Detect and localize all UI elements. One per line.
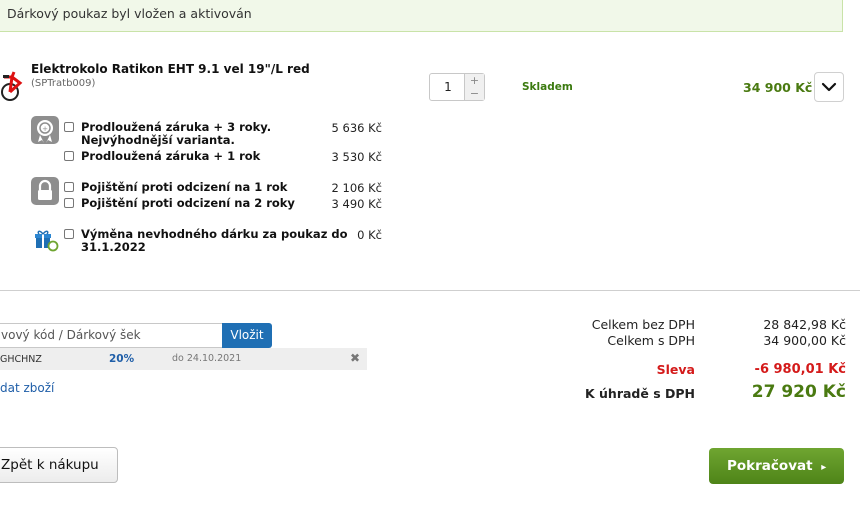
quantity-value[interactable]: 1	[430, 74, 466, 100]
apply-code-button[interactable]: Vložit	[222, 323, 272, 348]
total-with-vat: 34 900,00 Kč	[763, 333, 846, 348]
quantity-stepper[interactable]: 1 + −	[429, 73, 485, 101]
gift-exchange-label-line2: 31.1.2022	[81, 240, 146, 254]
warranty-3y-checkbox[interactable]	[64, 122, 74, 132]
gift-exchange-price: 0 Kč	[357, 228, 382, 242]
theft-1y-label: Pojištění proti odcizení na 1 rok	[81, 180, 288, 194]
quantity-increase-button[interactable]: +	[464, 74, 484, 88]
warranty-1y-price: 3 530 Kč	[331, 150, 382, 164]
to-pay-value: 27 920 Kč	[751, 382, 846, 402]
back-to-shopping-button[interactable]: Zpět k nákupu	[0, 447, 118, 483]
discount-code-input[interactable]: vový kód / Dárkový šek	[0, 323, 222, 348]
discount-value: -6 980,01 Kč	[754, 362, 846, 377]
coupon-code: GHCHNZ	[0, 354, 42, 365]
padlock-icon	[31, 177, 59, 205]
success-notice: Dárkový poukaz byl vložen a aktivován	[0, 0, 843, 32]
gift-exchange-icon	[33, 228, 59, 252]
coupon-percent: 20%	[109, 353, 135, 365]
chevron-down-icon	[821, 82, 837, 92]
bicycle-icon	[0, 67, 26, 103]
product-name[interactable]: Elektrokolo Ratikon EHT 9.1 vel 19"/L re…	[31, 62, 310, 76]
warranty-3y-price: 5 636 Kč	[331, 121, 382, 135]
product-code: (SPTratb009)	[31, 78, 96, 89]
theft-2y-checkbox[interactable]	[64, 198, 74, 208]
warranty-medal-icon: +	[31, 116, 59, 144]
applied-coupon-row: GHCHNZ 20% do 24.10.2021 ✖	[0, 348, 367, 370]
notice-text: Dárkový poukaz byl vložen a aktivován	[7, 6, 252, 21]
stock-status: Skladem	[522, 81, 573, 93]
coupon-valid-until: do 24.10.2021	[172, 353, 242, 364]
warranty-1y-label: Prodloužená záruka + 1 rok	[81, 149, 261, 163]
product-price: 34 900 Kč	[743, 80, 813, 95]
quantity-decrease-button[interactable]: −	[464, 87, 484, 100]
continue-button[interactable]: Pokračovat ▸	[709, 448, 844, 484]
total-with-vat-label: Celkem s DPH	[607, 333, 695, 348]
gift-exchange-checkbox[interactable]	[64, 229, 74, 239]
warranty-1y-checkbox[interactable]	[64, 151, 74, 161]
expand-button[interactable]	[814, 72, 844, 102]
theft-2y-label: Pojištění proti odcizení na 2 roky	[81, 196, 295, 210]
gift-exchange-label: Výměna nevhodného dárku za poukaz do 31.…	[81, 228, 348, 254]
total-without-vat: 28 842,98 Kč	[763, 317, 846, 332]
theft-1y-price: 2 106 Kč	[331, 181, 382, 195]
remove-coupon-icon[interactable]: ✖	[350, 351, 360, 365]
warranty-3y-label-line2: Nejvýhodnější varianta.	[81, 133, 235, 147]
discount-label: Sleva	[656, 362, 695, 377]
continue-arrow-icon: ▸	[821, 462, 827, 473]
theft-2y-price: 3 490 Kč	[331, 197, 382, 211]
warranty-3y-label: Prodloužená záruka + 3 roky. Nejvýhodněj…	[81, 121, 271, 147]
section-divider	[0, 290, 860, 291]
add-item-link[interactable]: dat zboží	[0, 381, 54, 395]
theft-1y-checkbox[interactable]	[64, 182, 74, 192]
to-pay-label: K úhradě s DPH	[584, 386, 695, 401]
total-without-vat-label: Celkem bez DPH	[591, 317, 695, 332]
svg-text:+: +	[42, 125, 48, 133]
continue-label: Pokračovat	[727, 458, 813, 474]
